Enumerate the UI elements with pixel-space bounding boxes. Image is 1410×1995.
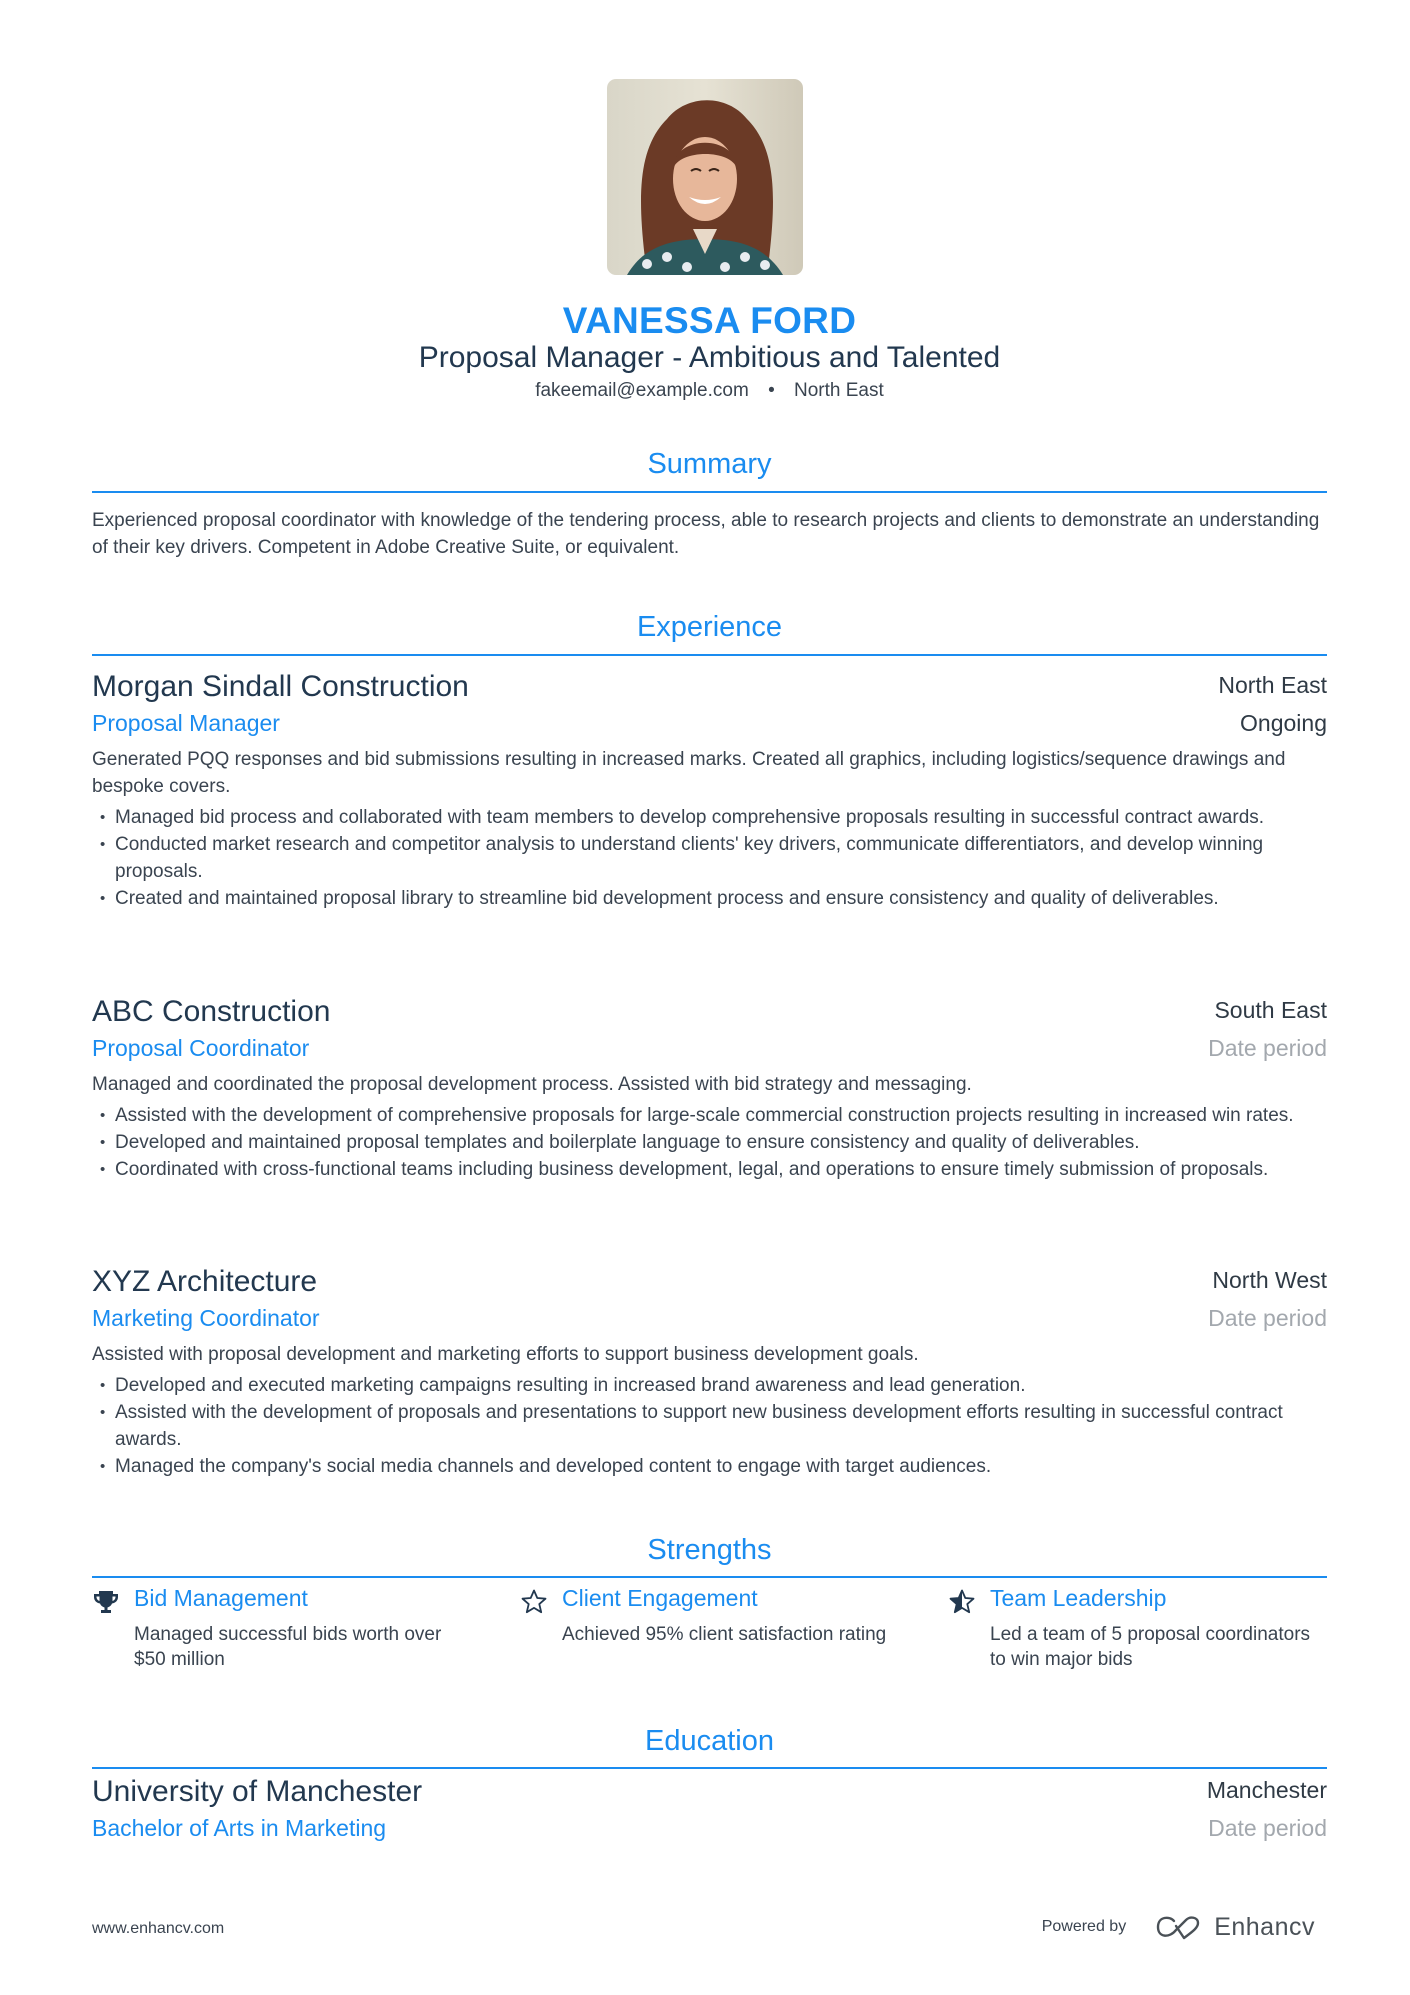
job-description: Managed and coordinated the proposal dev… <box>92 1074 972 1095</box>
company-name: Morgan Sindall Construction <box>92 670 469 703</box>
footer-branding: Powered by Enhancv <box>1042 1912 1315 1942</box>
experience-heading: Experience <box>636 611 783 643</box>
bullet-item: • Assisted with the development of compre… <box>92 1102 1327 1129</box>
bullet-dot: • <box>100 809 106 826</box>
powered-by-label: Powered by <box>1041 1918 1127 1935</box>
experience-entry: Morgan Sindall Construction North East P… <box>92 670 1327 912</box>
summary-heading: Summary <box>647 448 772 480</box>
strengths-divider <box>92 1576 1327 1578</box>
bullet-item: • Conducted market research and competito… <box>92 831 1327 885</box>
bullet-text: Developed and executed marketing campaig… <box>115 1375 1026 1396</box>
bullet-text: Conducted market research and competitor… <box>115 834 1264 882</box>
job-role: Proposal Manager <box>92 710 280 736</box>
bullet-dot: • <box>100 1458 106 1475</box>
star-half-icon <box>949 1589 975 1614</box>
job-period: Date period <box>1208 1035 1327 1061</box>
school-location: Manchester <box>1206 1777 1327 1803</box>
trophy-icon <box>94 1591 118 1613</box>
experience-divider <box>92 654 1327 656</box>
experience-entry: ABC Construction South East Proposal Coo… <box>92 995 1327 1183</box>
strength-description: Managed successful bids worth over $50 m… <box>134 1624 442 1670</box>
bullet-text: Developed and maintained proposal templa… <box>115 1132 1140 1153</box>
contact-line: fakeemail@example.com • North East <box>92 380 1327 402</box>
email-link[interactable]: fakeemail@example.com <box>535 380 749 401</box>
strengths-heading: Strengths <box>647 1534 772 1566</box>
portrait-image <box>607 79 803 275</box>
bullet-text: Assisted with the development of compreh… <box>115 1105 1294 1126</box>
company-name: XYZ Architecture <box>92 1265 318 1298</box>
bullet-dot: • <box>100 1377 106 1394</box>
contact-location: North East <box>794 380 884 401</box>
job-description: Assisted with proposal development and m… <box>92 1344 919 1365</box>
candidate-headline: Proposal Manager - Ambitious and Talente… <box>418 341 1001 374</box>
bullet-dot: • <box>100 1404 106 1421</box>
job-role: Marketing Coordinator <box>92 1305 320 1331</box>
star-outline-icon <box>521 1589 547 1614</box>
education-divider <box>92 1767 1327 1769</box>
degree: Bachelor of Arts in Marketing <box>92 1815 387 1841</box>
job-location: North East <box>1218 672 1327 698</box>
job-location: South East <box>1214 997 1327 1023</box>
strength-title: Team Leadership <box>990 1585 1167 1611</box>
bullet-dot: • <box>100 836 106 853</box>
job-period: Date period <box>1208 1305 1327 1331</box>
job-location: North West <box>1212 1267 1327 1293</box>
bullet-item: • Developed and executed marketing campai… <box>92 1372 1327 1399</box>
bullet-item: • Managed bid process and collaborated wi… <box>92 804 1327 831</box>
school-name: University of Manchester <box>92 1775 423 1808</box>
bullet-dot: • <box>100 1134 106 1151</box>
bullet-text: Coordinated with cross-functional teams … <box>115 1159 1269 1180</box>
bullet-text: Assisted with the development of proposa… <box>115 1402 1283 1450</box>
bullet-item: • Created and maintained proposal library… <box>92 885 1327 912</box>
bullet-text: Created and maintained proposal library … <box>115 888 1219 909</box>
bullet-dot: • <box>100 890 106 907</box>
footer-website-link[interactable]: www.enhancv.com <box>92 1920 224 1938</box>
education-entry: University of Manchester Manchester Bach… <box>92 1775 1327 1849</box>
contact-separator: • <box>768 380 775 401</box>
bullet-item: • Assisted with the development of propos… <box>92 1399 1327 1453</box>
education-heading: Education <box>645 1725 774 1757</box>
bullet-text: Managed bid process and collaborated wit… <box>115 807 1265 828</box>
bullet-item: • Managed the company's social media chan… <box>92 1453 1327 1480</box>
bullet-dot: • <box>100 1107 106 1124</box>
bullet-item: • Coordinated with cross-functional teams… <box>92 1156 1327 1183</box>
job-bullets: • Assisted with the development of compre… <box>92 1102 1327 1183</box>
strength-description: Achieved 95% client satisfaction rating <box>562 1624 887 1645</box>
bullet-dot: • <box>100 1161 106 1178</box>
company-name: ABC Construction <box>92 995 331 1028</box>
summary-text: Experienced proposal coordinator with kn… <box>92 510 1320 558</box>
enhancv-logo-text: Enhancv <box>1214 1912 1315 1941</box>
education-period: Date period <box>1208 1815 1327 1841</box>
bullet-text: Managed the company's social media chann… <box>115 1456 992 1477</box>
enhancv-logo-icon <box>1157 1916 1200 1940</box>
job-bullets: • Managed bid process and collaborated wi… <box>92 804 1327 912</box>
job-description: Generated PQQ responses and bid submissi… <box>92 749 1286 797</box>
strength-title: Client Engagement <box>562 1585 758 1611</box>
job-role: Proposal Coordinator <box>92 1035 310 1061</box>
profile-photo <box>607 79 803 275</box>
candidate-name: VANESSA FORD <box>562 300 857 341</box>
job-bullets: • Developed and executed marketing campai… <box>92 1372 1327 1480</box>
summary-divider <box>92 491 1327 493</box>
strength-description: Led a team of 5 proposal coordinators to… <box>990 1624 1311 1670</box>
job-period: Ongoing <box>1240 710 1327 736</box>
experience-entry: XYZ Architecture North West Marketing Co… <box>92 1265 1327 1480</box>
bullet-item: • Developed and maintained proposal templ… <box>92 1129 1327 1156</box>
strength-title: Bid Management <box>134 1585 308 1611</box>
